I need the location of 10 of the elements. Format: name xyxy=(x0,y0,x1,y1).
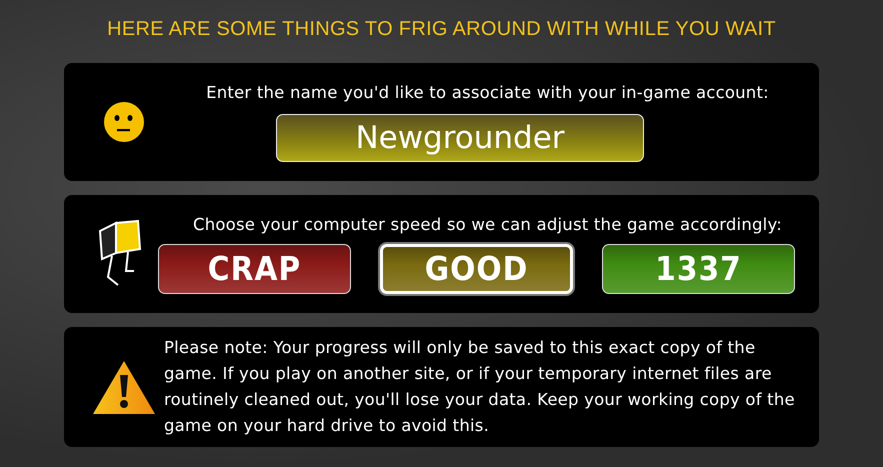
prompt-text: Enter the name you'd like to associate with your in-game account: xyxy=(206,82,769,102)
warning-icon xyxy=(92,359,156,415)
speed-option-button[interactable]: CRAP xyxy=(158,244,351,294)
page-heading: HERE ARE SOME THINGS TO FRIG AROUND WITH WHILE YOU WAIT xyxy=(107,18,776,41)
name-input-field[interactable]: Newgrounder xyxy=(276,114,644,162)
speed-option-button[interactable]: GOOD xyxy=(380,244,573,294)
note-text: Please note: Your progress will only be saved to this exact copy of the game. If you play on another site, or if your temporary internet files are routinely cleaned out, you'll lose your data. Keep your working copy of the game on your hard drive to avoid this. xyxy=(164,337,796,437)
speed-option-button[interactable]: 1337 xyxy=(602,244,795,294)
neutral-face-icon xyxy=(103,101,145,143)
prompt-text: Choose your computer speed so we can adjust the game accordingly: xyxy=(193,214,782,234)
